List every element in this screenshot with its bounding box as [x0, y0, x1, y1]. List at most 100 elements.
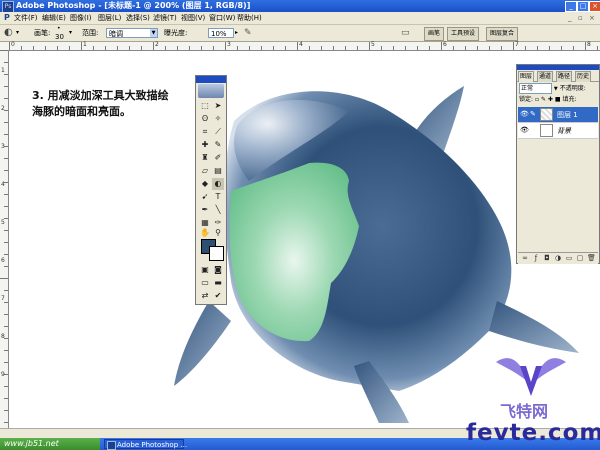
- quick-mask-mode-icon[interactable]: ◙: [212, 264, 224, 276]
- eye-icon[interactable]: 👁: [520, 110, 529, 119]
- type-tool-icon[interactable]: T: [212, 191, 224, 203]
- move-tool-icon[interactable]: ➤: [212, 100, 224, 112]
- hand-tool-icon[interactable]: ✋: [199, 227, 211, 239]
- slice-tool-icon[interactable]: ⟋: [212, 126, 224, 138]
- airbrush-icon[interactable]: ✎: [244, 25, 252, 41]
- ruler-tick: [453, 46, 454, 50]
- taskbar-item-photoshop[interactable]: Adobe Photoshop ...: [104, 439, 187, 450]
- history-brush-tool-icon[interactable]: ✐: [212, 152, 224, 164]
- tools-palette-titlebar[interactable]: [196, 76, 226, 83]
- doc-restore-button[interactable]: ▫: [578, 12, 583, 24]
- tab-brushes[interactable]: 画笔: [424, 27, 445, 41]
- add-mask-icon[interactable]: ◘: [543, 254, 551, 262]
- watermark-site-text: fevte.com: [466, 420, 600, 446]
- line-tool-icon[interactable]: ╲: [212, 204, 224, 216]
- layer-name: 图层 1: [557, 111, 578, 119]
- ruler-tick: [105, 46, 106, 50]
- file-browser-icon[interactable]: ▭: [401, 25, 410, 41]
- tab-history[interactable]: 历史: [575, 71, 592, 82]
- menu-edit[interactable]: 编辑(E): [42, 12, 66, 24]
- blend-mode-value: 正常: [521, 85, 534, 92]
- menu-help[interactable]: 帮助(H): [237, 12, 262, 24]
- lasso-tool-icon[interactable]: ʘ: [199, 113, 211, 125]
- menu-image[interactable]: 图像(I): [70, 12, 92, 24]
- crop-tool-icon[interactable]: ⌗: [199, 126, 211, 138]
- trash-icon[interactable]: 🗑: [587, 254, 596, 262]
- lock-fill-row: 锁定: ▫ ✎ ✚ ■ 填充:: [519, 95, 597, 105]
- lock-all-icon[interactable]: ■: [555, 96, 561, 103]
- brush-tool-icon[interactable]: ✎: [212, 139, 224, 151]
- ruler-tick: [4, 422, 8, 423]
- jump-to-imageready-icon[interactable]: ⇄: [199, 290, 211, 302]
- lock-image-icon[interactable]: ✎: [541, 96, 546, 103]
- tool-preset-dropdown[interactable]: ▾: [16, 25, 19, 41]
- ps-menu-icon[interactable]: P: [4, 12, 10, 24]
- layer-thumbnail: [540, 108, 553, 121]
- dodge-burn-tool-icon[interactable]: ◐: [4, 25, 13, 41]
- gradient-tool-icon[interactable]: ▤: [212, 165, 224, 177]
- edit-in-imageready-icon[interactable]: ✔: [212, 290, 224, 302]
- full-screen-mode-icon[interactable]: ▬: [212, 277, 224, 289]
- new-layer-icon[interactable]: ▢: [576, 254, 584, 262]
- feather-logo-icon[interactable]: [198, 84, 224, 98]
- layer-row-layer1[interactable]: 👁 ✎ 图层 1: [518, 107, 598, 123]
- ruler-number: 7: [1, 295, 5, 302]
- standard-mode-icon[interactable]: ▣: [199, 264, 211, 276]
- eraser-tool-icon[interactable]: ▱: [199, 165, 211, 177]
- menu-layer[interactable]: 图层(L): [98, 12, 121, 24]
- range-select[interactable]: 暗调 ▼: [106, 28, 158, 38]
- blend-mode-select[interactable]: 正常: [519, 83, 552, 94]
- ruler-number: 5: [1, 219, 5, 226]
- layer-style-icon[interactable]: ƒ: [532, 254, 540, 262]
- tab-layer-comps[interactable]: 图层复合: [486, 27, 519, 41]
- maximize-button[interactable]: □: [577, 1, 589, 12]
- menu-filter[interactable]: 滤镜(T): [153, 12, 177, 24]
- healing-brush-tool-icon[interactable]: ✚: [199, 139, 211, 151]
- ruler-number: 1: [1, 67, 5, 74]
- marquee-tool-icon[interactable]: ⬚: [199, 100, 211, 112]
- dodge-tool-icon[interactable]: ◐: [212, 178, 224, 190]
- ruler-tick: [4, 98, 8, 99]
- tab-layers[interactable]: 图层: [518, 71, 535, 82]
- ruler-tick: [477, 46, 478, 50]
- link-layers-icon[interactable]: ∞: [521, 254, 529, 262]
- pen-tool-icon[interactable]: ✒: [199, 204, 211, 216]
- blur-tool-icon[interactable]: ◆: [199, 178, 211, 190]
- magic-wand-tool-icon[interactable]: ✧: [212, 113, 224, 125]
- eye-icon[interactable]: 👁: [520, 126, 529, 135]
- exposure-input[interactable]: 10%: [208, 28, 234, 38]
- tab-channels[interactable]: 通道: [537, 71, 554, 82]
- brush-picker-arrow-icon[interactable]: ▾: [69, 25, 72, 41]
- minimize-button[interactable]: _: [565, 1, 577, 12]
- exposure-label: 曝光度:: [164, 29, 188, 37]
- background-color-swatch[interactable]: [209, 246, 224, 261]
- doc-minimize-button[interactable]: _: [568, 12, 572, 24]
- close-button[interactable]: ×: [589, 1, 600, 12]
- new-group-icon[interactable]: ▭: [565, 254, 573, 262]
- clone-stamp-tool-icon[interactable]: ♜: [199, 152, 211, 164]
- ruler-tick: [33, 46, 34, 50]
- brush-label: 画笔:: [34, 29, 51, 37]
- layers-panel-titlebar[interactable]: [517, 65, 599, 70]
- doc-close-button[interactable]: ×: [589, 12, 595, 24]
- ruler-number: 6: [443, 41, 447, 48]
- menu-select[interactable]: 选择(S): [126, 12, 150, 24]
- lock-transparency-icon[interactable]: ▫: [535, 96, 539, 103]
- menu-window[interactable]: 窗口(W): [209, 12, 235, 24]
- path-selection-tool-icon[interactable]: ➹: [199, 191, 211, 203]
- adjustment-layer-icon[interactable]: ◑: [554, 254, 562, 262]
- start-button[interactable]: www.jb51.net: [0, 438, 100, 450]
- ruler-tick: [4, 206, 8, 207]
- menu-view[interactable]: 视图(V): [181, 12, 205, 24]
- tab-paths[interactable]: 路径: [556, 71, 573, 82]
- ruler-tick: [4, 386, 8, 387]
- screen-mode-icon[interactable]: ▭: [199, 277, 211, 289]
- exposure-slider-arrow-icon[interactable]: ▸: [235, 25, 238, 41]
- lock-position-icon[interactable]: ✚: [548, 96, 553, 103]
- layer-row-background[interactable]: 👁 背景: [518, 123, 598, 139]
- brush-link-icon[interactable]: ✎: [530, 110, 536, 118]
- zoom-tool-icon[interactable]: ⚲: [212, 227, 224, 239]
- tab-tool-presets[interactable]: 工具预设: [447, 27, 480, 41]
- menu-file[interactable]: 文件(F): [14, 12, 38, 24]
- lock-label: 锁定:: [519, 96, 534, 103]
